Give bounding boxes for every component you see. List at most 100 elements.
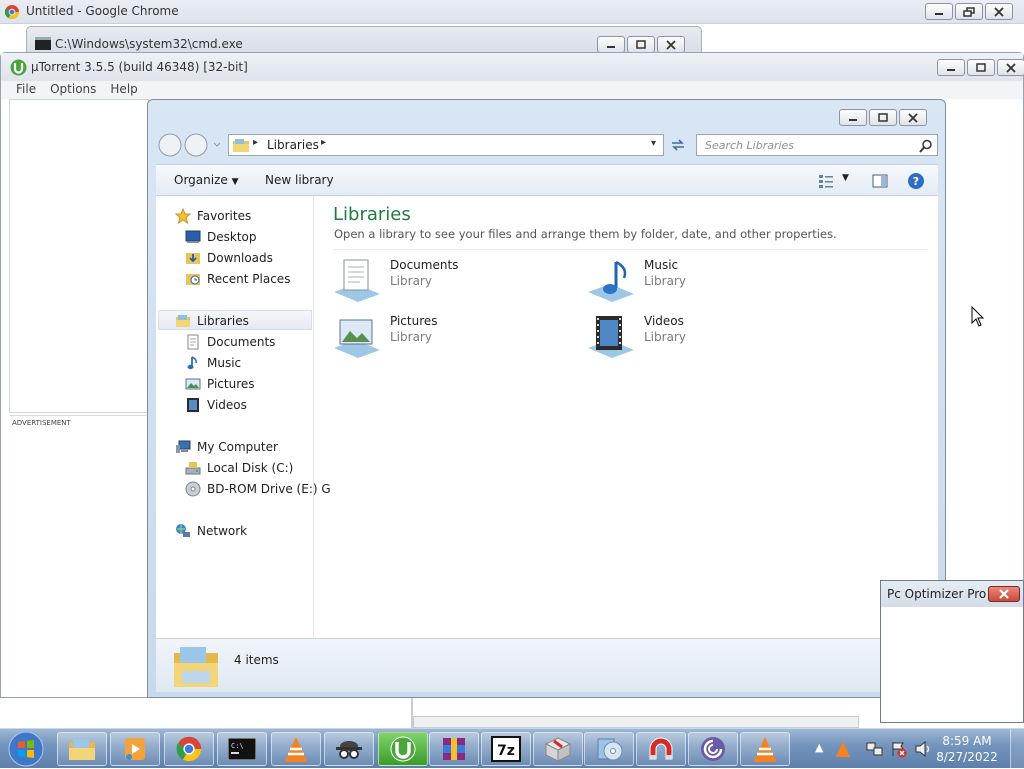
library-tile-pictures[interactable]: Pictures Library (332, 314, 438, 360)
library-videos-type: Library (644, 330, 686, 344)
taskbar-magnet-app[interactable] (636, 732, 686, 766)
chrome-restore-button[interactable] (955, 3, 983, 20)
refresh-icon[interactable] (668, 136, 688, 154)
explorer-minimize-button[interactable] (839, 109, 867, 126)
library-tile-videos[interactable]: Videos Library (586, 314, 686, 360)
tray-network-icon[interactable] (866, 740, 884, 758)
utorrent-titlebar[interactable]: µTorrent 3.5.5 (build 46348) [32-bit] (1, 53, 1024, 81)
chrome-minimize-button[interactable] (925, 3, 953, 20)
downloads-folder-icon (186, 253, 200, 264)
taskbar-utorrent[interactable] (378, 732, 428, 766)
library-tile-documents[interactable]: Documents Library (332, 258, 458, 304)
cmd-close-button[interactable] (657, 36, 685, 53)
cmd-maximize-button[interactable] (627, 36, 655, 53)
recent-places-icon (186, 274, 200, 285)
music-library-icon (588, 260, 634, 302)
chrome-window-titlebar[interactable]: Untitled - Google Chrome (0, 0, 1024, 24)
taskbar-media-player[interactable] (110, 732, 160, 766)
libraries-icon (176, 315, 190, 327)
nav-documents[interactable]: Documents (185, 334, 275, 350)
status-bar: 4 items (156, 638, 938, 692)
nav-downloads[interactable]: Downloads (185, 250, 273, 266)
cmd-window-title: C:\Windows\system32\cmd.exe (55, 37, 243, 51)
menu-file[interactable]: File (9, 81, 43, 99)
search-icon[interactable] (919, 139, 933, 153)
system-clock[interactable]: 8:59 AM 8/27/2022 (932, 733, 1002, 765)
taskbar-disc-tool[interactable] (584, 732, 634, 766)
address-bar[interactable]: ▸ Libraries ▸ ▾ (228, 134, 664, 156)
libraries-status-icon (174, 647, 218, 687)
star-icon (175, 208, 191, 224)
back-forward-icon[interactable] (156, 132, 224, 158)
view-options-icon[interactable] (818, 173, 834, 189)
close-icon (999, 589, 1009, 599)
cmd-icon (35, 37, 51, 50)
disc-tool-icon (597, 738, 623, 761)
start-button-icon[interactable] (5, 729, 47, 769)
tray-volume-icon[interactable] (914, 740, 932, 758)
taskbar-bittorrent[interactable] (688, 732, 738, 766)
search-input[interactable]: Search Libraries (696, 134, 938, 156)
chevron-right-icon[interactable]: ▸ (253, 137, 258, 148)
taskbar-explorer[interactable] (57, 732, 107, 766)
explorer-maximize-button[interactable] (869, 109, 897, 126)
preview-pane-icon[interactable] (872, 173, 888, 189)
cmd-taskbar-icon: C:\ (228, 738, 256, 760)
nav-desktop[interactable]: Desktop (185, 229, 257, 245)
chrome-close-button[interactable] (985, 3, 1013, 20)
taskbar-spy-app[interactable] (324, 732, 374, 766)
pc-optimizer-titlebar[interactable]: Pc Optimizer Pro (881, 581, 1023, 607)
nav-pictures[interactable]: Pictures (185, 376, 255, 392)
pictures-icon (185, 378, 201, 390)
address-dropdown-icon[interactable]: ▾ (651, 138, 656, 149)
nav-libraries[interactable]: Libraries (175, 313, 249, 329)
utorrent-maximize-button[interactable] (967, 59, 995, 76)
pc-optimizer-close-button[interactable] (988, 586, 1020, 602)
show-desktop-button[interactable] (1010, 729, 1024, 769)
winrar-icon (443, 738, 465, 760)
utorrent-sidebar[interactable] (9, 99, 149, 413)
utorrent-close-button[interactable] (997, 59, 1024, 76)
background-scrollbar[interactable] (413, 716, 859, 728)
pc-optimizer-title: Pc Optimizer Pro (887, 587, 987, 601)
menu-options[interactable]: Options (43, 81, 103, 99)
taskbar-winrar[interactable] (429, 732, 479, 766)
nav-network[interactable]: Network (175, 523, 247, 539)
svg-text:C:\: C:\ (231, 742, 244, 750)
tray-vlc-icon[interactable] (835, 740, 851, 758)
taskbar-vlc-2[interactable] (740, 732, 790, 766)
nav-music[interactable]: Music (185, 355, 241, 371)
cmd-minimize-button[interactable] (597, 36, 625, 53)
library-tile-music[interactable]: Music Library (586, 258, 686, 304)
nav-my-computer[interactable]: My Computer (175, 439, 278, 455)
tray-expand-icon[interactable]: ▲ (815, 741, 823, 754)
explorer-body: Favorites Desktop Downloads Recent Place… (156, 196, 938, 638)
help-icon[interactable]: ? (907, 172, 925, 190)
nav-favorites[interactable]: Favorites (175, 208, 251, 224)
7zip-icon: 7z (491, 736, 521, 762)
cmd-window-titlebar[interactable]: C:\Windows\system32\cmd.exe (26, 26, 702, 54)
vlc-icon (285, 737, 307, 762)
nav-recent-places[interactable]: Recent Places (185, 271, 290, 287)
utorrent-minimize-button[interactable] (937, 59, 965, 76)
search-placeholder: Search Libraries (705, 139, 795, 152)
taskbar-chrome[interactable] (164, 732, 214, 766)
nav-local-disk[interactable]: Local Disk (C:) (185, 460, 293, 476)
taskbar-package[interactable] (533, 732, 583, 766)
chrome-taskbar-icon (176, 736, 202, 762)
nav-bdrom[interactable]: BD-ROM Drive (E:) G (185, 481, 331, 497)
nav-videos[interactable]: Videos (185, 397, 247, 413)
menu-help[interactable]: Help (103, 81, 144, 99)
view-dropdown-icon[interactable]: ▼ (842, 173, 849, 183)
breadcrumb-libraries[interactable]: Libraries (267, 138, 319, 152)
explorer-close-button[interactable] (899, 109, 927, 126)
new-library-button[interactable]: New library (265, 173, 334, 187)
tray-flag-alert-icon[interactable] (890, 740, 908, 758)
organize-button[interactable]: Organize ▼ (174, 173, 239, 187)
libraries-folder-icon (233, 139, 249, 152)
chrome-icon (4, 5, 19, 19)
taskbar-7zip[interactable]: 7z (481, 732, 531, 766)
taskbar-cmd[interactable]: C:\ (217, 732, 267, 766)
taskbar-vlc[interactable] (271, 732, 321, 766)
breadcrumb-chevron-icon[interactable]: ▸ (321, 137, 326, 148)
